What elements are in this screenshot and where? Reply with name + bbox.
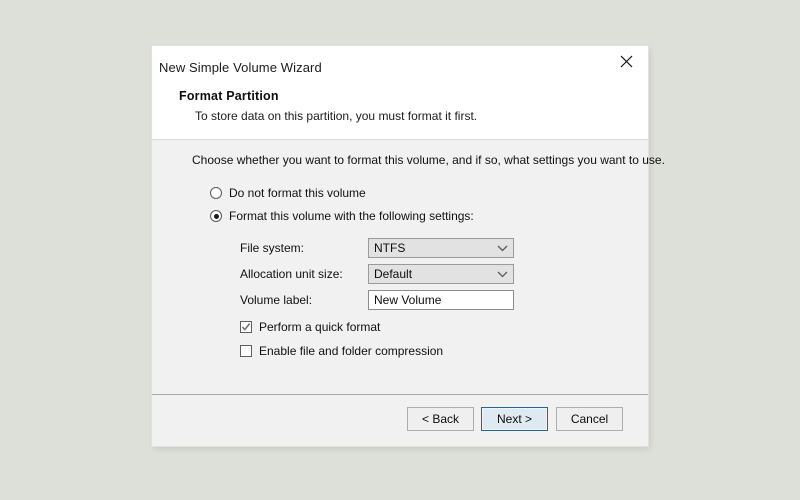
radio-do-not-format[interactable]: Do not format this volume bbox=[210, 186, 366, 200]
radio-format-with-settings[interactable]: Format this volume with the following se… bbox=[210, 209, 474, 223]
dialog-title: New Simple Volume Wizard bbox=[159, 60, 322, 75]
checkbox-indicator-unchecked bbox=[240, 345, 252, 357]
intro-text: Choose whether you want to format this v… bbox=[192, 153, 665, 167]
cancel-button[interactable]: Cancel bbox=[556, 407, 623, 431]
checkbox-enable-compression[interactable]: Enable file and folder compression bbox=[240, 344, 443, 358]
volume-label-input[interactable]: New Volume bbox=[368, 290, 514, 310]
new-simple-volume-wizard-dialog: New Simple Volume Wizard Format Partitio… bbox=[152, 46, 665, 446]
volume-label-label: Volume label: bbox=[240, 293, 313, 307]
field-row-file-system: File system: NTFS bbox=[240, 238, 570, 258]
next-button[interactable]: Next > bbox=[481, 407, 548, 431]
checkbox-indicator-checked bbox=[240, 321, 252, 333]
page-title: Format Partition bbox=[179, 89, 279, 103]
allocation-unit-size-select[interactable]: Default bbox=[368, 264, 514, 284]
dialog-body: Choose whether you want to format this v… bbox=[152, 140, 665, 394]
checkbox-perform-quick-format-label: Perform a quick format bbox=[259, 320, 381, 334]
chevron-down-icon bbox=[497, 239, 508, 257]
field-row-allocation-unit-size: Allocation unit size: Default bbox=[240, 264, 570, 284]
checkbox-perform-quick-format[interactable]: Perform a quick format bbox=[240, 320, 380, 334]
volume-label-value: New Volume bbox=[374, 293, 442, 307]
dialog-header: New Simple Volume Wizard Format Partitio… bbox=[152, 46, 648, 140]
radio-indicator-unchecked bbox=[210, 187, 222, 199]
radio-format-with-settings-label: Format this volume with the following se… bbox=[229, 209, 474, 223]
close-icon bbox=[620, 55, 633, 68]
radio-indicator-checked bbox=[210, 210, 222, 222]
chevron-down-icon bbox=[497, 265, 508, 283]
screen: New Simple Volume Wizard Format Partitio… bbox=[0, 0, 800, 500]
back-button[interactable]: < Back bbox=[407, 407, 474, 431]
file-system-value: NTFS bbox=[374, 241, 406, 255]
field-row-volume-label: Volume label: New Volume bbox=[240, 290, 570, 310]
page-subtitle: To store data on this partition, you mus… bbox=[195, 109, 478, 123]
dialog-footer: < Back Next > Cancel bbox=[152, 394, 648, 446]
allocation-unit-size-label: Allocation unit size: bbox=[240, 267, 343, 281]
close-button[interactable] bbox=[604, 46, 648, 77]
file-system-label: File system: bbox=[240, 241, 305, 255]
radio-do-not-format-label: Do not format this volume bbox=[229, 186, 366, 200]
file-system-select[interactable]: NTFS bbox=[368, 238, 514, 258]
checkbox-enable-compression-label: Enable file and folder compression bbox=[259, 344, 444, 358]
allocation-unit-size-value: Default bbox=[374, 267, 413, 281]
